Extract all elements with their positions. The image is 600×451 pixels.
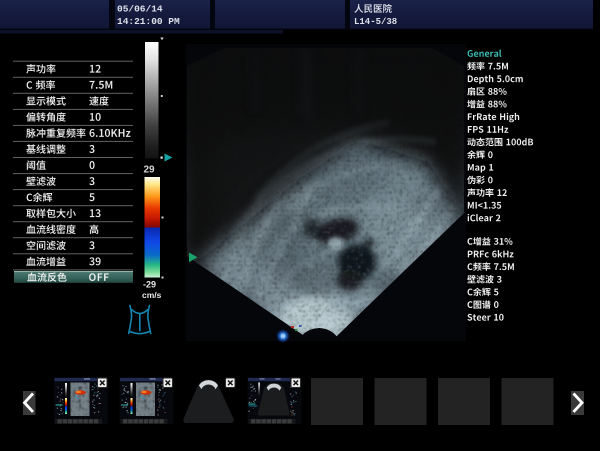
svg-text:14:21:00 PM: 14:21:00 PM xyxy=(117,16,180,27)
svg-text:05/06/14: 05/06/14 xyxy=(117,4,163,15)
svg-text:29: 29 xyxy=(144,165,156,176)
svg-text:-29: -29 xyxy=(143,280,156,290)
svg-text:L14-5/38: L14-5/38 xyxy=(354,17,397,27)
svg-text:cm/s: cm/s xyxy=(142,290,162,300)
